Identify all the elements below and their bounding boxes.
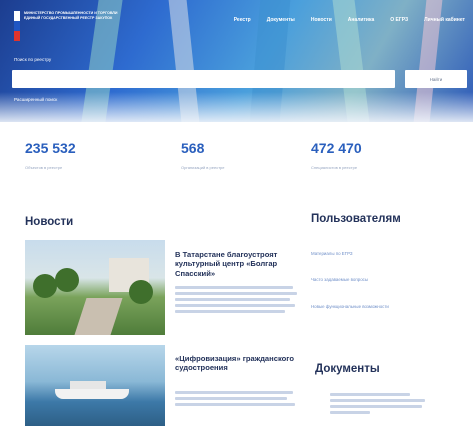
stat-objects: 235 532 Объектов в реестре <box>25 140 76 170</box>
search-input[interactable] <box>12 70 395 88</box>
stat-caption: Организаций в реестре <box>181 165 225 170</box>
nav-item-news[interactable]: Новости <box>303 17 340 23</box>
stat-specialists: 472 470 Специалистов в реестре <box>311 140 362 170</box>
stat-value: 235 532 <box>25 140 76 156</box>
search-label: Поиск по реестру <box>14 57 52 62</box>
tree-shape <box>55 268 79 292</box>
news-excerpt <box>175 391 300 409</box>
search-button[interactable]: Найти <box>405 70 467 88</box>
users-link[interactable]: Новые функциональные возможности <box>311 304 431 310</box>
news-excerpt <box>175 286 300 316</box>
stat-value: 568 <box>181 140 205 156</box>
users-link[interactable]: Часто задаваемые вопросы <box>311 277 431 283</box>
users-heading: Пользователям <box>311 213 401 225</box>
stat-organizations: 568 Организаций в реестре <box>181 140 225 170</box>
stat-caption: Объектов в реестре <box>25 165 63 170</box>
site-logo[interactable]: МИНИСТЕРСТВО ПРОМЫШЛЕННОСТИ И ТОРГОВЛИ Е… <box>14 11 129 41</box>
ship-shape <box>70 381 106 389</box>
news-headline[interactable]: В Татарстане благоустроят культурный цен… <box>175 250 310 278</box>
stat-value: 472 470 <box>311 140 362 156</box>
documents-heading: Документы <box>315 363 380 375</box>
news-image[interactable] <box>25 240 165 335</box>
nav-item-documents[interactable]: Документы <box>259 17 303 23</box>
stat-caption: Специалистов в реестре <box>311 165 358 170</box>
tree-shape <box>33 274 57 298</box>
path-shape <box>73 298 123 335</box>
nav-item-registry[interactable]: Реестр <box>226 17 259 23</box>
users-link[interactable]: Материалы по ЕГРЗ <box>311 251 431 257</box>
banner-fade <box>0 92 473 122</box>
hero-banner: МИНИСТЕРСТВО ПРОМЫШЛЕННОСТИ И ТОРГОВЛИ Е… <box>0 0 473 122</box>
news-headline[interactable]: «Цифровизация» гражданского судостроения <box>175 354 310 373</box>
nav-item-account[interactable]: Личный кабинет <box>416 17 473 23</box>
flag-icon <box>14 11 20 41</box>
main-nav: Реестр Документы Новости Аналитика О ЕГР… <box>226 17 473 23</box>
advanced-search-link[interactable]: Расширенный поиск <box>14 97 57 102</box>
ship-shape <box>55 389 129 399</box>
tree-shape <box>129 280 153 304</box>
nav-item-analytics[interactable]: Аналитика <box>340 17 382 23</box>
document-item[interactable] <box>330 393 430 417</box>
logo-text: МИНИСТЕРСТВО ПРОМЫШЛЕННОСТИ И ТОРГОВЛИ Е… <box>24 11 118 20</box>
nav-item-about[interactable]: О ЕГРЗ <box>382 17 416 23</box>
news-image[interactable] <box>25 345 165 426</box>
news-heading: Новости <box>25 216 74 228</box>
